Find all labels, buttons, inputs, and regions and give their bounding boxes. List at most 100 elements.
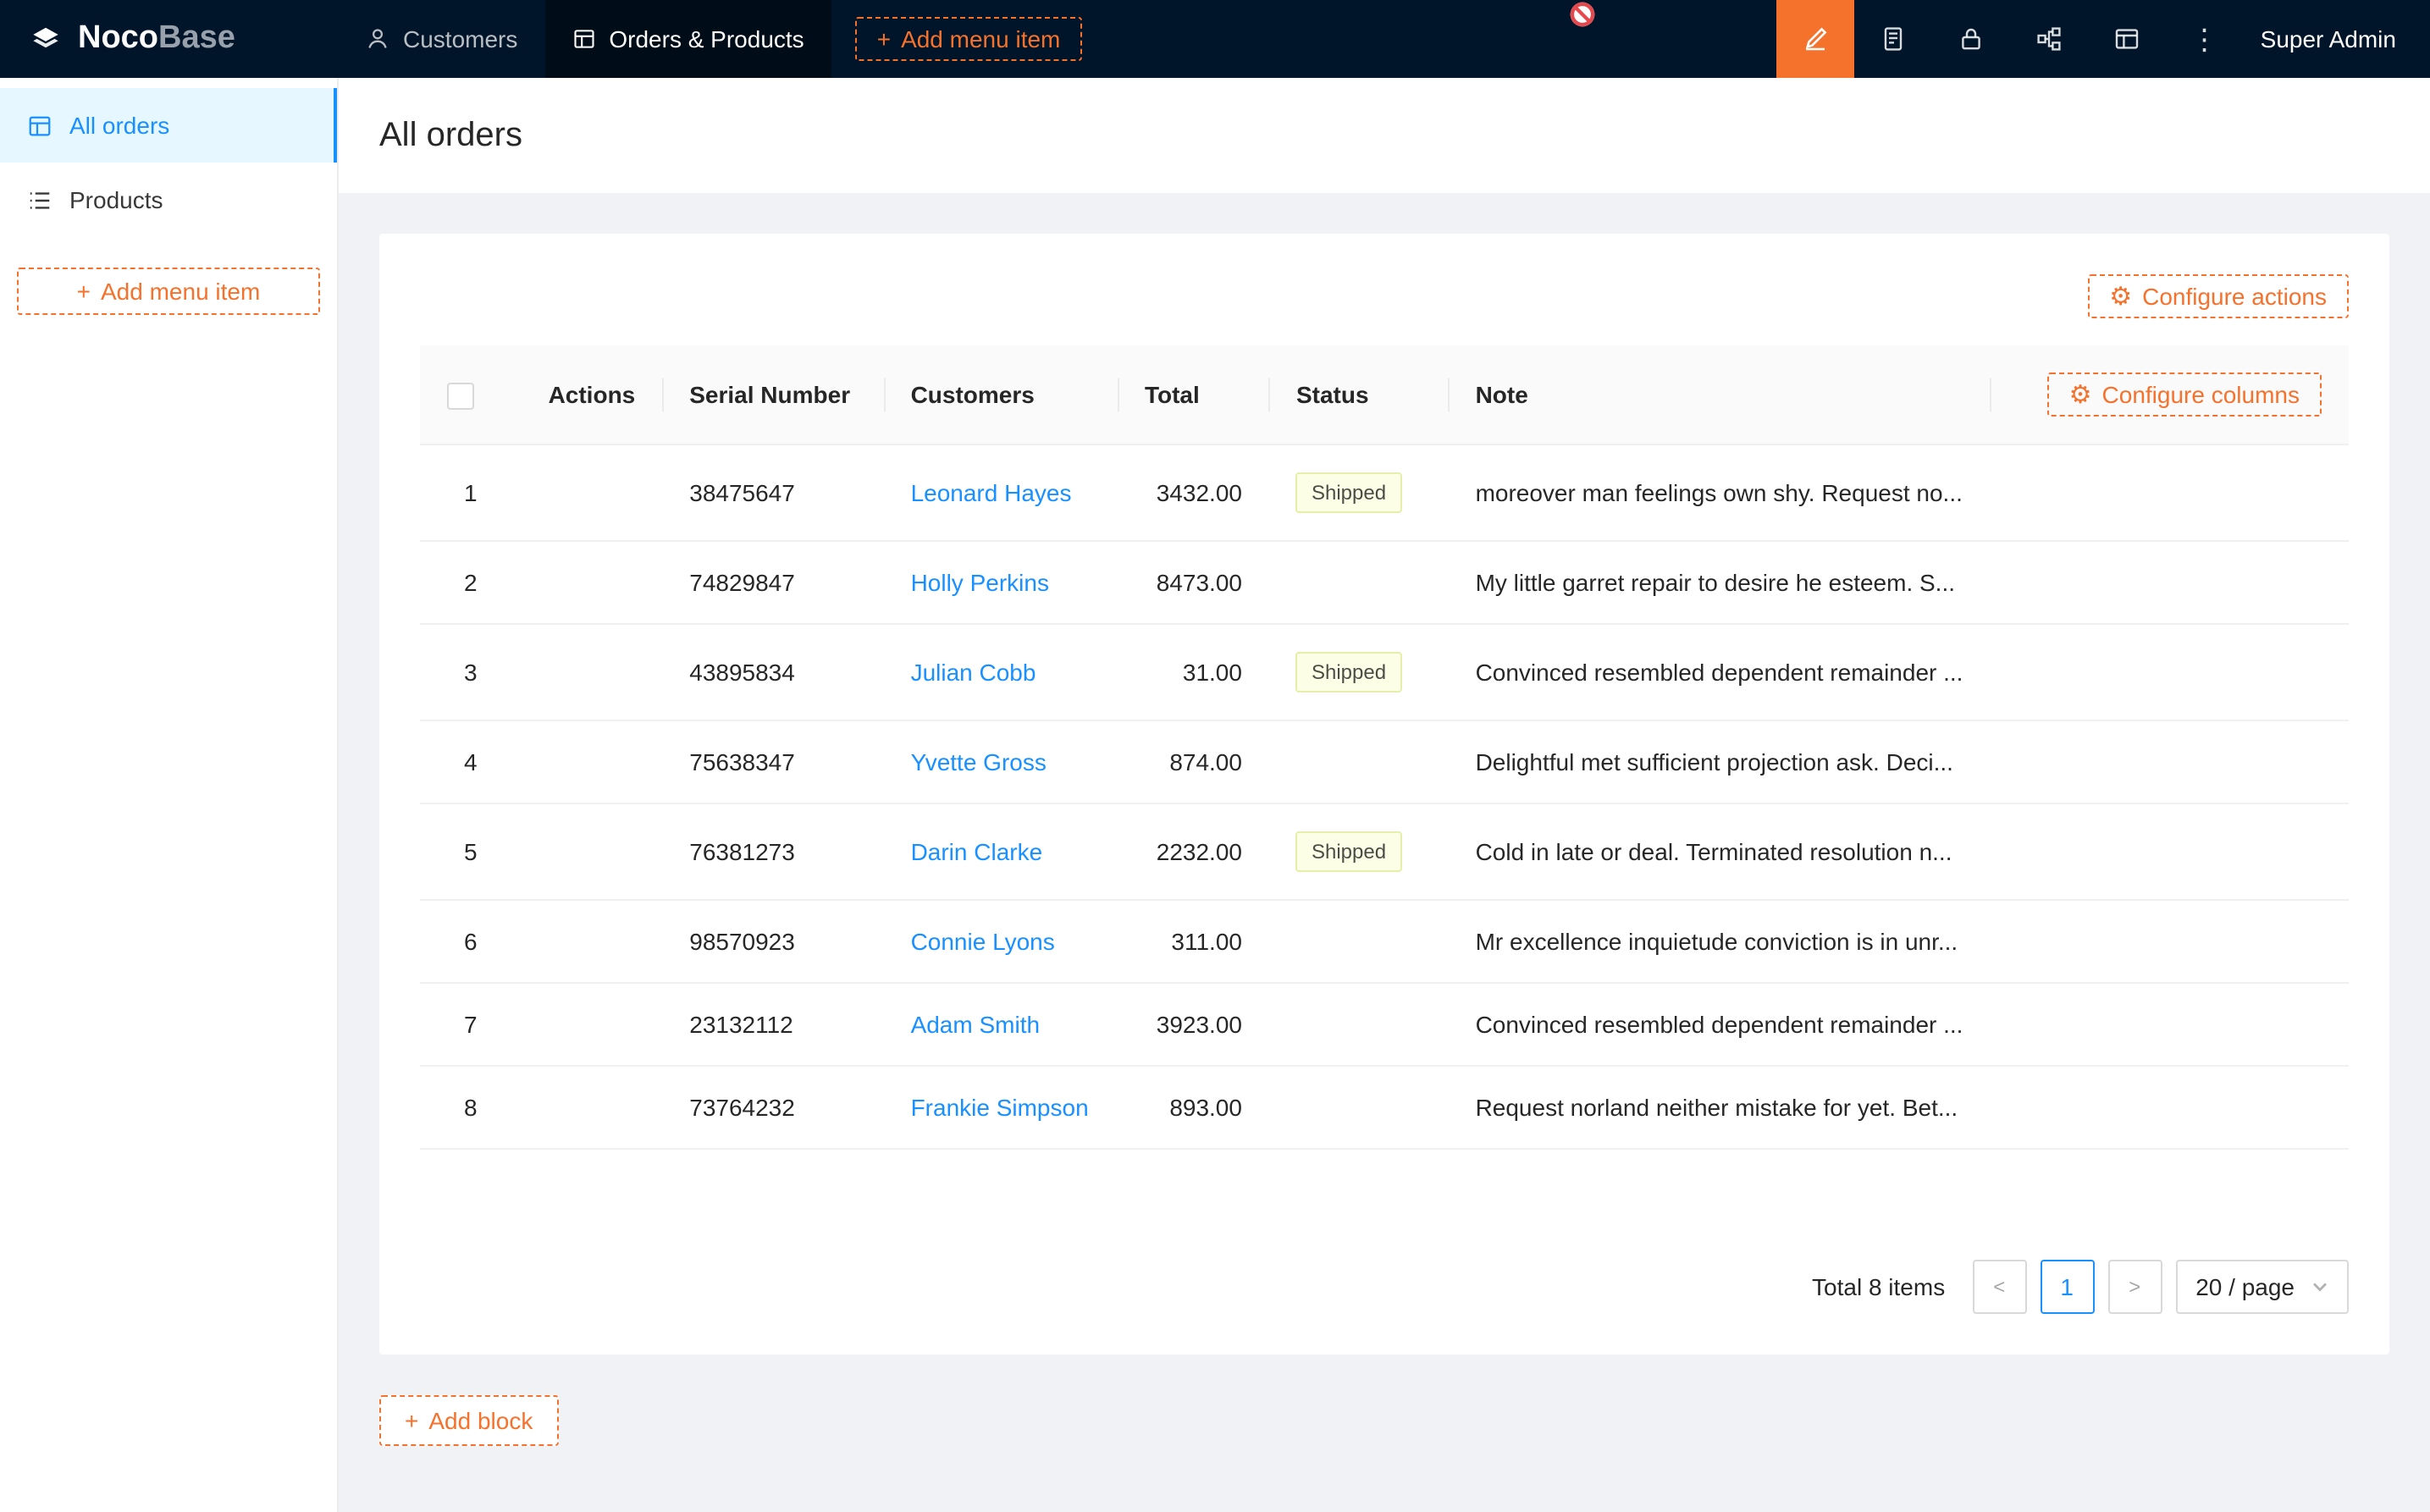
app: NocoBase Customers Orders & Products xyxy=(0,0,2430,1512)
customer-link[interactable]: Connie Lyons xyxy=(911,928,1055,955)
form-icon[interactable] xyxy=(1854,0,1932,78)
table-row: 5 76381273 Darin Clarke 2232.00 Shipped … xyxy=(420,803,2349,900)
nav-item-label: Orders & Products xyxy=(609,25,804,52)
note-cell: moreover man feelings own shy. Request n… xyxy=(1449,444,1991,541)
customer-link[interactable]: Darin Clarke xyxy=(911,838,1043,865)
sidebar-item-label: Products xyxy=(69,186,163,213)
add-menu-item-button-header[interactable]: + Add menu item xyxy=(855,17,1083,61)
plus-icon: + xyxy=(877,27,891,51)
more-icon[interactable]: ⋮ xyxy=(2166,0,2244,78)
customer-link[interactable]: Frankie Simpson xyxy=(911,1094,1089,1121)
header-actions: ⋮ Super Admin xyxy=(1776,0,2430,78)
page-title: All orders xyxy=(339,78,2430,193)
note-cell: Convinced resembled dependent remainder … xyxy=(1449,624,1991,720)
nav-item-orders-products[interactable]: Orders & Products xyxy=(544,0,831,78)
brand-logo[interactable]: NocoBase xyxy=(0,0,339,78)
page-content: ⚙ Configure actions Actions xyxy=(339,193,2430,1512)
orders-table: Actions Serial Number Customers Total St… xyxy=(420,345,2349,1150)
pagination-next-button[interactable]: > xyxy=(2107,1260,2162,1314)
total-cell: 3432.00 xyxy=(1118,444,1269,541)
partition-icon[interactable] xyxy=(2010,0,2088,78)
column-header-customers: Customers xyxy=(884,345,1118,444)
serial-cell: 74829847 xyxy=(662,541,883,624)
table-row: 7 23132112 Adam Smith 3923.00 Convinced … xyxy=(420,983,2349,1066)
select-all-checkbox[interactable] xyxy=(447,382,474,409)
total-cell: 874.00 xyxy=(1118,720,1269,803)
column-header-total: Total xyxy=(1118,345,1269,444)
column-header-serial-number: Serial Number xyxy=(662,345,883,444)
total-cell: 893.00 xyxy=(1118,1066,1269,1149)
configure-columns-button[interactable]: ⚙ Configure columns xyxy=(2047,372,2322,417)
customer-link[interactable]: Adam Smith xyxy=(911,1011,1041,1038)
gear-icon: ⚙ xyxy=(2109,284,2132,309)
layout-icon[interactable] xyxy=(2088,0,2166,78)
page-size-select[interactable]: 20 / page xyxy=(2175,1260,2349,1314)
main-area: All orders ⚙ Configure actions xyxy=(339,78,2430,1512)
orders-table-card: ⚙ Configure actions Actions xyxy=(379,234,2389,1355)
status-badge: Shipped xyxy=(1296,652,1401,693)
table-header-row: Actions Serial Number Customers Total St… xyxy=(420,345,2349,444)
top-nav: Customers Orders & Products + Add menu i… xyxy=(339,0,1082,78)
customer-link[interactable]: Holly Perkins xyxy=(911,569,1049,596)
add-block-button[interactable]: + Add block xyxy=(379,1395,558,1446)
total-cell: 311.00 xyxy=(1118,900,1269,983)
serial-cell: 75638347 xyxy=(662,720,883,803)
total-cell: 3923.00 xyxy=(1118,983,1269,1066)
sidebar: All orders Products + Add menu item xyxy=(0,78,339,1512)
user-menu[interactable]: Super Admin xyxy=(2244,0,2430,78)
serial-cell: 76381273 xyxy=(662,803,883,900)
pagination-page-1[interactable]: 1 xyxy=(2040,1260,2094,1314)
note-cell: Delightful met sufficient projection ask… xyxy=(1449,720,1991,803)
nocobase-logo-icon xyxy=(27,20,64,58)
sidebar-item-all-orders[interactable]: All orders xyxy=(0,88,337,163)
note-cell: Cold in late or deal. Terminated resolut… xyxy=(1449,803,1991,900)
serial-cell: 23132112 xyxy=(662,983,883,1066)
ui-editor-highlighter-icon[interactable] xyxy=(1776,0,1854,78)
customer-link[interactable]: Julian Cobb xyxy=(911,659,1036,686)
table-row: 8 73764232 Frankie Simpson 893.00 Reques… xyxy=(420,1066,2349,1149)
total-cell: 2232.00 xyxy=(1118,803,1269,900)
status-badge: Shipped xyxy=(1296,472,1401,513)
sidebar-item-products[interactable]: Products xyxy=(0,163,337,237)
pagination-prev-button[interactable]: < xyxy=(1972,1260,2026,1314)
serial-cell: 38475647 xyxy=(662,444,883,541)
table-row: 6 98570923 Connie Lyons 311.00 Mr excell… xyxy=(420,900,2349,983)
orders-table-icon xyxy=(27,113,52,138)
note-cell: Mr excellence inquietude conviction is i… xyxy=(1449,900,1991,983)
column-header-status: Status xyxy=(1269,345,1449,444)
note-cell: Request norland neither mistake for yet.… xyxy=(1449,1066,1991,1149)
plus-icon: + xyxy=(405,1409,418,1432)
serial-cell: 98570923 xyxy=(662,900,883,983)
total-cell: 31.00 xyxy=(1118,624,1269,720)
status-badge: Shipped xyxy=(1296,831,1401,872)
table-row: 2 74829847 Holly Perkins 8473.00 My litt… xyxy=(420,541,2349,624)
plus-icon: + xyxy=(77,279,91,303)
lock-icon[interactable] xyxy=(1932,0,2010,78)
user-icon xyxy=(366,27,389,51)
serial-cell: 73764232 xyxy=(662,1066,883,1149)
table-row: 4 75638347 Yvette Gross 874.00 Delightfu… xyxy=(420,720,2349,803)
total-cell: 8473.00 xyxy=(1118,541,1269,624)
pagination-total: Total 8 items xyxy=(1812,1273,1945,1300)
top-header: NocoBase Customers Orders & Products xyxy=(0,0,2430,78)
table-icon xyxy=(572,27,595,51)
list-icon xyxy=(27,187,52,212)
note-cell: Convinced resembled dependent remainder … xyxy=(1449,983,1991,1066)
note-cell: My little garret repair to desire he est… xyxy=(1449,541,1991,624)
column-header-note: Note xyxy=(1449,345,1991,444)
customer-link[interactable]: Yvette Gross xyxy=(911,748,1047,775)
nav-item-customers[interactable]: Customers xyxy=(339,0,544,78)
configure-actions-button[interactable]: ⚙ Configure actions xyxy=(2087,274,2349,318)
serial-cell: 43895834 xyxy=(662,624,883,720)
add-menu-item-button-sidebar[interactable]: + Add menu item xyxy=(17,268,320,315)
table-row: 3 43895834 Julian Cobb 31.00 Shipped Con… xyxy=(420,624,2349,720)
chevron-down-icon xyxy=(2311,1278,2328,1295)
sidebar-item-label: All orders xyxy=(69,112,169,139)
brand-name: NocoBase xyxy=(78,20,235,58)
table-row: 1 38475647 Leonard Hayes 3432.00 Shipped… xyxy=(420,444,2349,541)
nav-item-label: Customers xyxy=(403,25,517,52)
not-allowed-cursor-icon xyxy=(1568,0,1597,29)
pagination: Total 8 items < 1 > 20 / page xyxy=(420,1226,2349,1314)
customer-link[interactable]: Leonard Hayes xyxy=(911,479,1072,506)
column-header-actions: Actions xyxy=(522,345,663,444)
